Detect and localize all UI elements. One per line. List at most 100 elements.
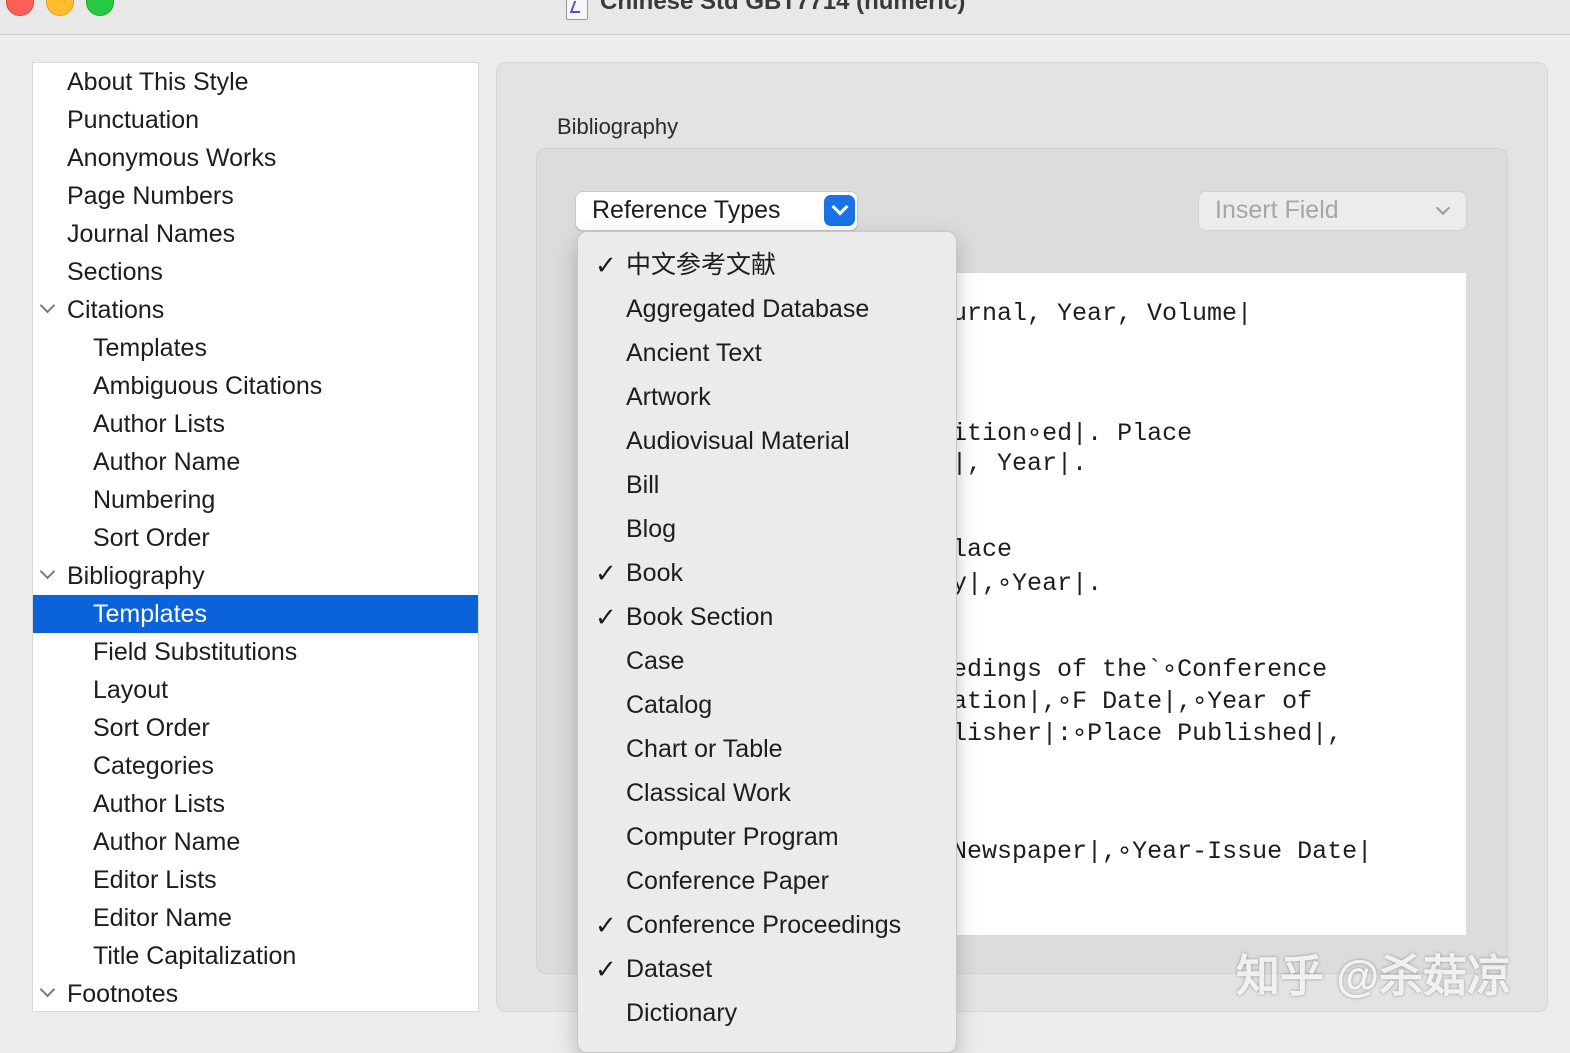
sidebar-item-templates[interactable]: Templates [33, 595, 478, 633]
menu-item-label: Blog [626, 515, 677, 543]
menu-item[interactable]: Aggregated Database [578, 287, 956, 331]
menu-item[interactable]: Blog [578, 507, 956, 551]
sidebar-item-label: Bibliography [67, 562, 205, 590]
sidebar-item-label: Layout [93, 676, 169, 704]
menu-item[interactable]: Bill [578, 463, 956, 507]
sidebar-item-punctuation[interactable]: Punctuation [33, 101, 478, 139]
menu-item-label: Aggregated Database [626, 295, 870, 323]
sidebar-item-label: Templates [93, 334, 207, 362]
menu-item-label: Conference Paper [626, 867, 829, 895]
sidebar-item-citations[interactable]: Citations [33, 291, 478, 329]
sidebar-item-author-lists[interactable]: Author Lists [33, 405, 478, 443]
insert-field-popup-button[interactable]: Insert Field [1198, 191, 1467, 231]
sidebar-item-editor-name[interactable]: Editor Name [33, 899, 478, 937]
sidebar-item-templates[interactable]: Templates [33, 329, 478, 367]
menu-item[interactable]: Audiovisual Material [578, 419, 956, 463]
menu-item[interactable]: Conference Paper [578, 859, 956, 903]
menu-item-label: Audiovisual Material [626, 427, 850, 455]
menu-item[interactable]: ✓ Book Section [578, 595, 956, 639]
sidebar-item-footnotes[interactable]: Footnotes [33, 975, 478, 1011]
sidebar-item-author-name[interactable]: Author Name [33, 823, 478, 861]
menu-item[interactable]: Case [578, 639, 956, 683]
template-line: ition∘ed|. Place [952, 419, 1193, 448]
sidebar-item-label: Sort Order [93, 524, 210, 552]
checkmark-icon: ✓ [595, 250, 617, 280]
reference-types-popup-button[interactable]: Reference Types [575, 191, 858, 231]
sidebar-item-sort-order[interactable]: Sort Order [33, 709, 478, 747]
sidebar-item-label: Journal Names [67, 220, 236, 248]
menu-item-label: Dataset [626, 955, 713, 983]
sidebar-item-label: Sort Order [93, 714, 210, 742]
sidebar-item-journal-names[interactable]: Journal Names [33, 215, 478, 253]
document-icon [566, 0, 588, 20]
menu-item[interactable]: ✓ 中文参考文献 [578, 243, 956, 287]
sidebar-item-ambiguous-citations[interactable]: Ambiguous Citations [33, 367, 478, 405]
sidebar-item-author-name[interactable]: Author Name [33, 443, 478, 481]
menu-item-label: Conference Proceedings [626, 911, 902, 939]
zoom-window-button[interactable] [86, 0, 114, 16]
disclosure-chevron-icon[interactable] [39, 563, 56, 580]
menu-item[interactable]: Dictionary [578, 991, 956, 1035]
popup-stepper [824, 195, 855, 226]
template-line: edings of the`∘Conference [952, 655, 1328, 684]
checkmark-icon: ✓ [595, 910, 617, 940]
disclosure-chevron-icon[interactable] [39, 981, 56, 998]
menu-item[interactable]: Classical Work [578, 771, 956, 815]
template-line: ation|,∘F Date|,∘Year of [952, 687, 1313, 716]
sidebar-item-bibliography[interactable]: Bibliography [33, 557, 478, 595]
sidebar-item-label: Templates [93, 600, 207, 628]
minimize-window-button[interactable] [46, 0, 74, 16]
template-line: |, Year|. [952, 449, 1088, 478]
menu-item[interactable]: Artwork [578, 375, 956, 419]
menu-item[interactable]: ✓ Dataset [578, 947, 956, 991]
menu-item-label: 中文参考文献 [626, 251, 777, 279]
section-label: Bibliography [557, 114, 679, 139]
sidebar-item-editor-lists[interactable]: Editor Lists [33, 861, 478, 899]
disclosure-chevron-icon[interactable] [39, 297, 56, 314]
sidebar-item-label: Author Lists [93, 790, 226, 818]
sidebar-item-title-capitalization[interactable]: Title Capitalization [33, 937, 478, 975]
template-line: urnal, Year, Volume| [952, 299, 1253, 328]
sidebar-item-numbering[interactable]: Numbering [33, 481, 478, 519]
checkmark-icon: ✓ [595, 602, 617, 632]
chevron-down-icon [1435, 200, 1451, 216]
menu-item-label: Classical Work [626, 779, 791, 807]
menu-item-label: Case [626, 647, 685, 675]
template-line: lace [952, 535, 1013, 564]
menu-item-label: Ancient Text [626, 339, 762, 367]
sidebar-item-label: Editor Name [93, 904, 232, 932]
sidebar-item-about-this-style[interactable]: About This Style [33, 63, 478, 101]
menu-item[interactable]: Ancient Text [578, 331, 956, 375]
sidebar: About This Style Punctuation Anonymous Wor… [32, 62, 479, 1012]
sidebar-item-field-substitutions[interactable]: Field Substitutions [33, 633, 478, 671]
sidebar-item-layout[interactable]: Layout [33, 671, 478, 709]
checkmark-icon: ✓ [595, 954, 617, 984]
sidebar-item-label: Author Name [93, 828, 241, 856]
sidebar-item-anonymous-works[interactable]: Anonymous Works [33, 139, 478, 177]
sidebar-item-label: Footnotes [67, 980, 179, 1008]
window-title: Chinese Std GBT7714 (numeric) [600, 0, 966, 15]
menu-item[interactable]: Catalog [578, 683, 956, 727]
menu-item[interactable]: ✓ Conference Proceedings [578, 903, 956, 947]
sidebar-item-label: Punctuation [67, 106, 200, 134]
menu-item-label: Computer Program [626, 823, 839, 851]
sidebar-item-sections[interactable]: Sections [33, 253, 478, 291]
sidebar-item-sort-order[interactable]: Sort Order [33, 519, 478, 557]
sidebar-item-label: Numbering [93, 486, 216, 514]
close-window-button[interactable] [6, 0, 34, 16]
sidebar-item-categories[interactable]: Categories [33, 747, 478, 785]
menu-item[interactable]: Chart or Table [578, 727, 956, 771]
menu-item-label: Dictionary [626, 999, 738, 1027]
sidebar-item-author-lists[interactable]: Author Lists [33, 785, 478, 823]
reference-types-label: Reference Types [592, 196, 781, 224]
template-editor[interactable]: urnal, Year, Volume| ition∘ed|. Place |, Y… [936, 273, 1466, 935]
sidebar-item-page-numbers[interactable]: Page Numbers [33, 177, 478, 215]
sidebar-item-label: Categories [93, 752, 214, 780]
sidebar-item-label: Field Substitutions [93, 638, 298, 666]
sidebar-item-label: About This Style [67, 68, 249, 96]
watermark: 知乎 @杀菇凉 [1236, 952, 1512, 1001]
menu-item[interactable]: ✓ Book [578, 551, 956, 595]
menu-item[interactable]: Computer Program [578, 815, 956, 859]
sidebar-item-label: Title Capitalization [93, 942, 297, 970]
sidebar-item-label: Editor Lists [93, 866, 217, 894]
